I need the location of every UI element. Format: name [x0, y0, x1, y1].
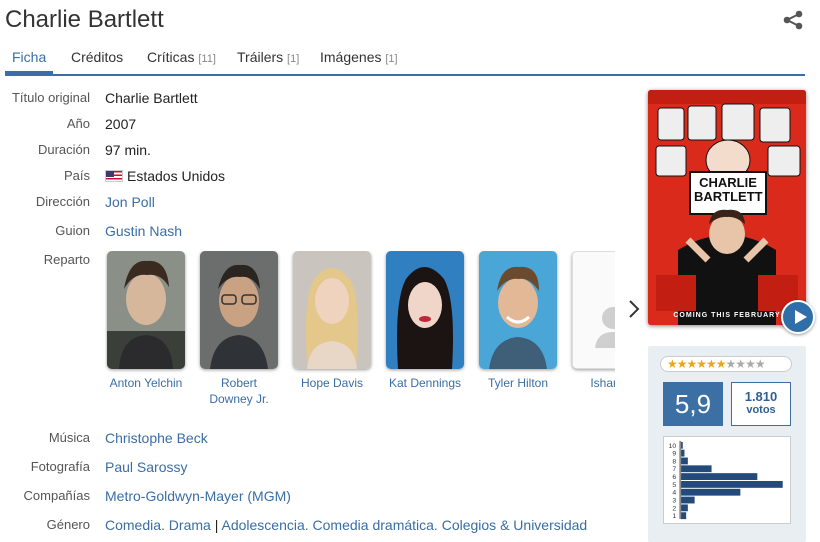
chevron-right-icon[interactable]	[626, 297, 642, 321]
histogram-bar	[681, 512, 687, 520]
poster-title-line2: BARTLETT	[694, 189, 763, 204]
histogram-bar	[681, 449, 685, 457]
histogram-label: 4	[672, 490, 676, 497]
value-anio: 2007	[105, 116, 137, 132]
rating-panel: ★★★★★★★★★★ 5,9 1.810 votos 10 9 8 7 6 5 4 3 2 1	[648, 346, 806, 542]
star-rating: ★★★★★★★★★★	[660, 356, 792, 372]
user-placeholder-icon	[573, 252, 615, 368]
tab-imagenes[interactable]: Imágenes [1]	[313, 44, 405, 72]
cast-photo[interactable]	[293, 251, 371, 369]
label-companias: Compañías	[23, 488, 90, 503]
label-reparto: Reparto	[43, 252, 90, 267]
label-titulo-original: Título original	[11, 90, 90, 105]
histogram-label: 10	[669, 443, 677, 450]
us-flag-icon	[105, 170, 123, 182]
cast-member[interactable]: Ishan D	[570, 251, 615, 391]
cast-member[interactable]: Robert Downey Jr.	[198, 251, 280, 407]
cast-member[interactable]: Kat Dennings	[384, 251, 466, 391]
tab-trailers[interactable]: Tráilers [1]	[230, 44, 306, 72]
link-director[interactable]: Jon Poll	[105, 194, 155, 210]
value-genero: Comedia. Drama | Adolescencia. Comedia d…	[105, 517, 588, 533]
histogram-label: 6	[672, 474, 676, 481]
value-titulo-original: Charlie Bartlett	[105, 90, 198, 106]
histogram-bar	[681, 473, 758, 480]
label-direccion: Dirección	[35, 194, 90, 209]
link-genre[interactable]: Comedia. Drama	[105, 517, 211, 533]
histogram-label: 5	[672, 482, 676, 489]
histogram-bar	[681, 465, 712, 473]
cast-carousel: Anton Yelchin Robert Downey Jr. Hope Dav…	[105, 251, 615, 411]
value-pais: Estados Unidos	[105, 168, 225, 184]
link-cinematographer[interactable]: Paul Sarossy	[105, 459, 187, 475]
label-guion: Guion	[55, 223, 90, 238]
label-genero: Género	[46, 517, 90, 532]
link-composer[interactable]: Christophe Beck	[105, 430, 208, 446]
cast-photo[interactable]	[200, 251, 278, 369]
movie-poster[interactable]: CHARLIE BARTLETT COMING THIS FEBRUARY	[648, 90, 806, 325]
play-trailer-button[interactable]	[781, 300, 815, 334]
tab-criticas[interactable]: Críticas [11]	[140, 44, 223, 72]
cast-photo-placeholder[interactable]	[572, 251, 615, 369]
link-topics[interactable]: Adolescencia. Comedia dramática. Colegio…	[221, 517, 587, 533]
tab-bar: Ficha Créditos Críticas [11] Tráilers [1…	[5, 44, 805, 76]
cast-member[interactable]: Anton Yelchin	[105, 251, 187, 391]
label-anio: Año	[66, 116, 90, 131]
share-icon[interactable]	[782, 10, 804, 30]
link-company[interactable]: Metro-Goldwyn-Mayer (MGM)	[105, 488, 291, 504]
cast-photo[interactable]	[107, 251, 185, 369]
cast-member[interactable]: Hope Davis	[291, 251, 373, 391]
label-musica: Música	[48, 430, 90, 445]
label-duracion: Duración	[37, 142, 90, 157]
tab-creditos[interactable]: Créditos	[64, 44, 130, 72]
histogram-bar	[681, 488, 741, 496]
poster-title-line1: CHARLIE	[699, 175, 757, 190]
rating-histogram: 10987654321	[663, 436, 791, 524]
histogram-label: 3	[672, 497, 676, 504]
histogram-bar	[681, 457, 688, 465]
histogram-label: 1	[672, 513, 676, 520]
votes-count: 1.810 votos	[731, 382, 791, 426]
tab-ficha[interactable]: Ficha	[5, 44, 54, 74]
cast-member[interactable]: Tyler Hilton	[477, 251, 559, 391]
histogram-bar	[681, 480, 783, 488]
average-score: 5,9	[663, 382, 723, 426]
histogram-label: 2	[672, 505, 676, 512]
histogram-bar	[681, 496, 695, 504]
histogram-bar	[681, 441, 683, 449]
value-duracion: 97 min.	[105, 142, 151, 158]
cast-photo[interactable]	[386, 251, 464, 369]
cast-photo[interactable]	[479, 251, 557, 369]
histogram-label: 8	[672, 458, 676, 465]
histogram-label: 9	[672, 451, 676, 458]
link-writer[interactable]: Gustin Nash	[105, 223, 182, 239]
label-fotografia: Fotografía	[30, 459, 90, 474]
label-pais: País	[63, 168, 90, 183]
histogram-label: 7	[672, 466, 676, 473]
page-title: Charlie Bartlett	[5, 6, 164, 33]
histogram-bar	[681, 504, 688, 512]
